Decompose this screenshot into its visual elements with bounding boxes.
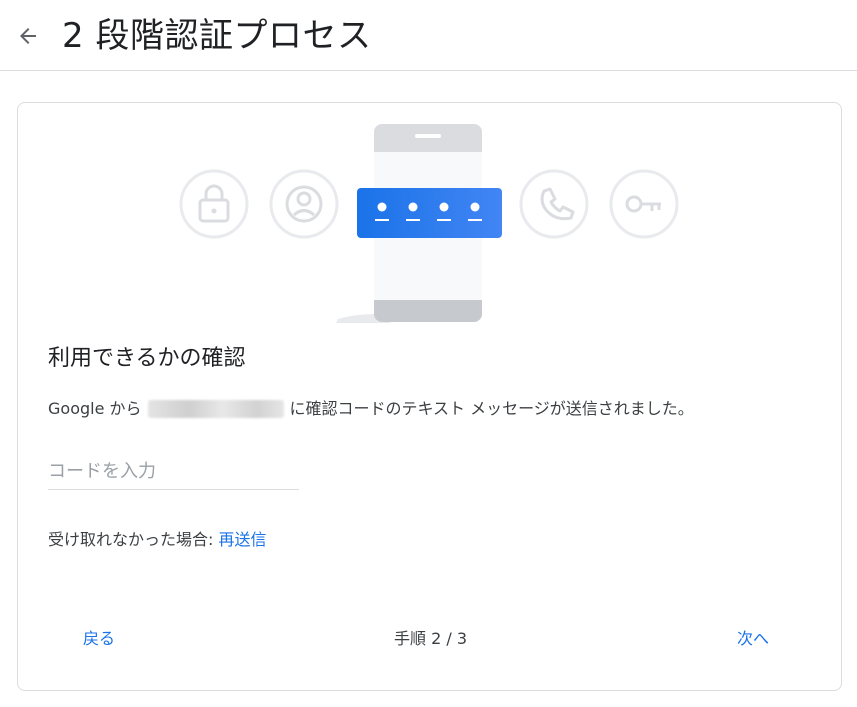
resend-prompt: 受け取れなかった場合: [48,530,214,549]
redacted-phone-number [147,400,284,418]
description-suffix: に確認コードのテキスト メッセージが送信されました。 [289,399,694,418]
verification-card: 利用できるかの確認 Google から に確認コードのテキスト メッセージが送信… [17,102,842,691]
description-prefix: Google から [48,399,142,418]
sms-sent-description: Google から に確認コードのテキスト メッセージが送信されました。 [48,397,694,421]
card-heading: 利用できるかの確認 [48,346,246,371]
page-title: 2 段階認証プロセス [62,16,372,56]
lock-icon [179,169,249,239]
arrow-left-icon [20,28,36,44]
back-button[interactable]: 戻る [75,623,123,655]
resend-link[interactable]: 再送信 [219,530,267,549]
code-chip-graphic [357,188,502,238]
phone-icon [519,169,589,239]
key-icon [609,169,679,239]
illustration [179,124,679,323]
step-indicator: 手順 2 / 3 [393,629,467,648]
back-arrow-button[interactable] [12,20,44,52]
page-header: 2 段階認証プロセス [0,0,857,71]
next-button[interactable]: 次へ [729,623,777,655]
account-circle-icon [269,169,339,239]
resend-row: 受け取れなかった場合: 再送信 [48,528,267,552]
code-input[interactable] [48,453,299,490]
